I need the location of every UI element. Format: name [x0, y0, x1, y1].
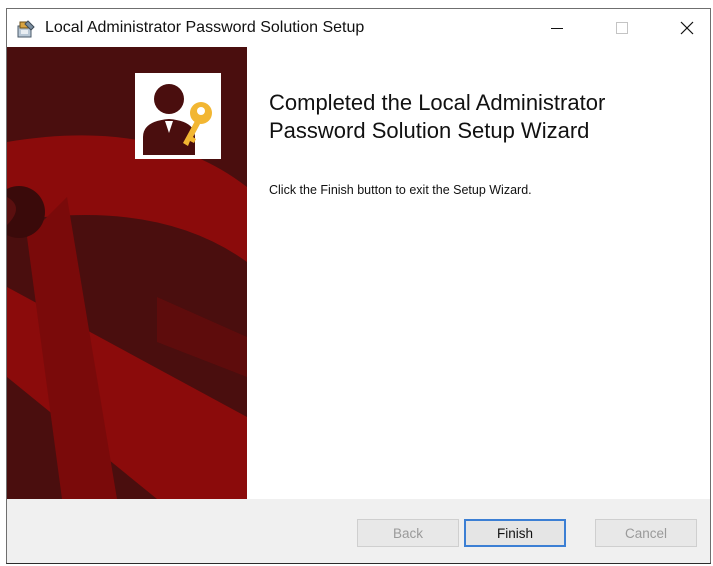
instruction-text: Click the Finish button to exit the Setu…	[269, 183, 532, 197]
admin-key-logo-icon	[143, 84, 212, 155]
installer-icon	[15, 18, 37, 40]
product-logo	[135, 73, 221, 159]
finish-button[interactable]: Finish	[464, 519, 566, 547]
maximize-button	[599, 9, 645, 47]
close-icon	[680, 21, 694, 35]
minimize-icon	[551, 28, 563, 29]
title-bar[interactable]: Local Administrator Password Solution Se…	[7, 9, 710, 47]
setup-window: Local Administrator Password Solution Se…	[6, 8, 711, 564]
wizard-banner	[7, 47, 247, 499]
cancel-button[interactable]: Cancel	[595, 519, 697, 547]
back-button[interactable]: Back	[357, 519, 459, 547]
close-button[interactable]	[664, 9, 710, 47]
maximize-icon	[616, 22, 628, 34]
page-heading: Completed the Local Administrator Passwo…	[269, 90, 606, 143]
button-bar: Back Finish Cancel	[7, 499, 710, 563]
wizard-content: Completed the Local Administrator Passwo…	[7, 47, 710, 500]
window-title: Local Administrator Password Solution Se…	[45, 19, 365, 36]
minimize-button[interactable]	[534, 9, 580, 47]
